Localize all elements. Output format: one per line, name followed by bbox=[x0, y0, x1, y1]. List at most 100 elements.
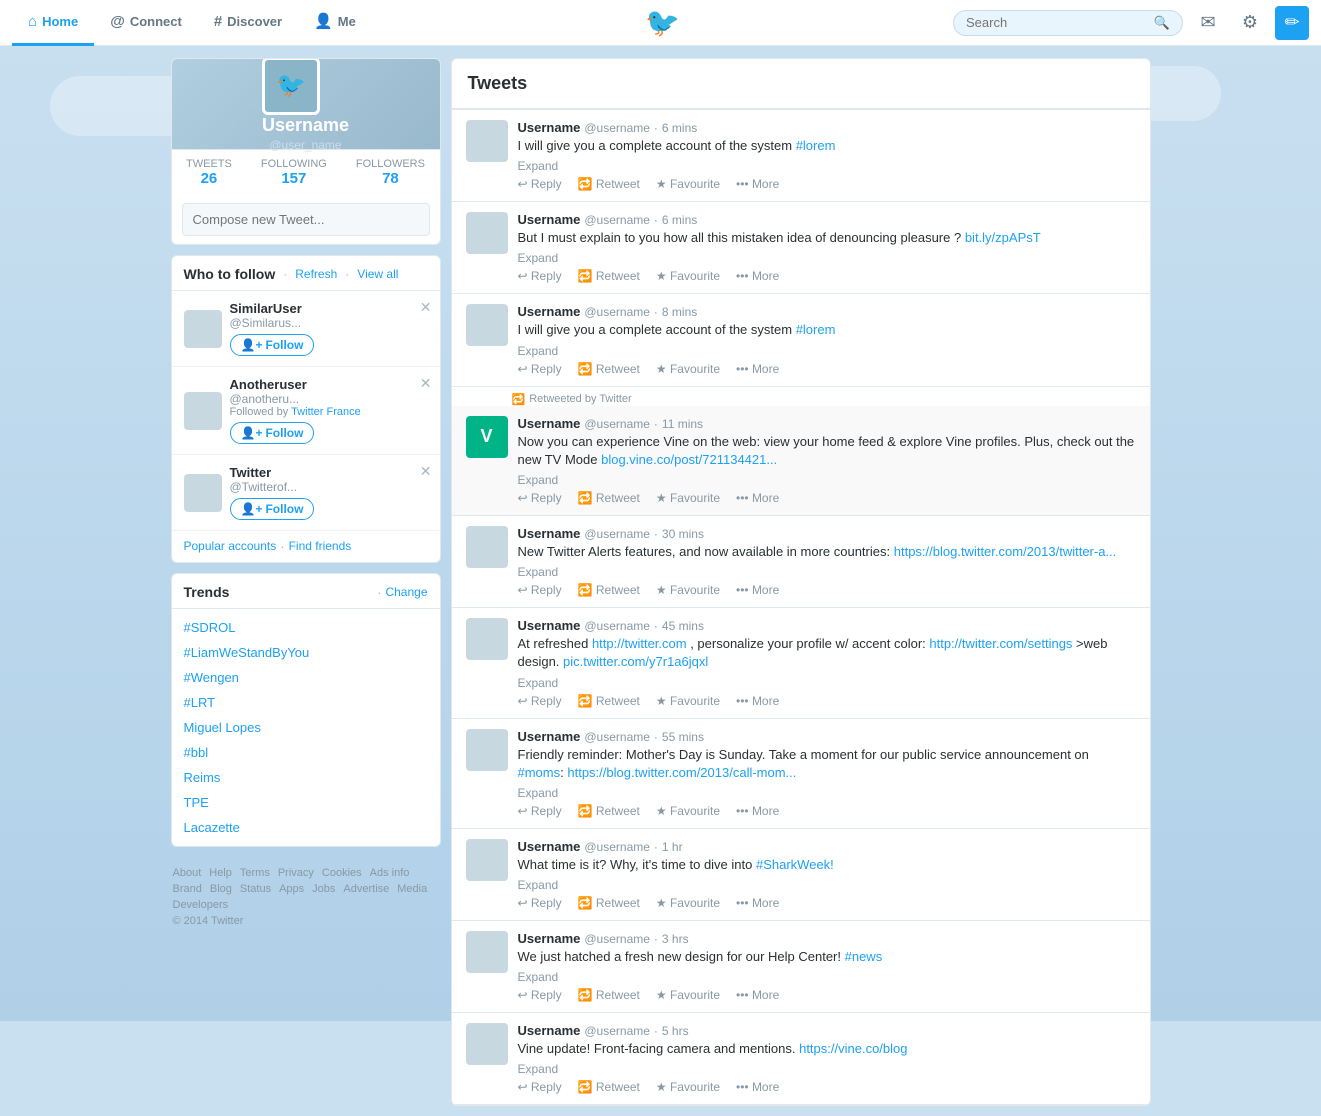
nav-connect[interactable]: @ Connect bbox=[94, 0, 198, 46]
trend-item-3[interactable]: #LRT bbox=[172, 690, 440, 715]
tweet-link-6-1[interactable]: #moms bbox=[518, 765, 561, 780]
tweet-expand-0[interactable]: Expand bbox=[518, 159, 1136, 173]
favourite-action-4[interactable]: ★ Favourite bbox=[656, 583, 720, 597]
close-follow-1[interactable]: ✕ bbox=[420, 375, 432, 392]
footer-link-3[interactable]: Privacy bbox=[278, 867, 314, 879]
more-action-8[interactable]: ••• More bbox=[736, 988, 779, 1002]
more-action-4[interactable]: ••• More bbox=[736, 583, 779, 597]
trend-item-5[interactable]: #bbl bbox=[172, 740, 440, 765]
more-action-7[interactable]: ••• More bbox=[736, 896, 779, 910]
retweet-action-5[interactable]: 🔁 Retweet bbox=[578, 694, 640, 708]
trend-item-4[interactable]: Miguel Lopes bbox=[172, 715, 440, 740]
retweet-action-3[interactable]: 🔁 Retweet bbox=[578, 491, 640, 505]
retweet-action-8[interactable]: 🔁 Retweet bbox=[578, 988, 640, 1002]
more-action-3[interactable]: ••• More bbox=[736, 491, 779, 505]
reply-action-4[interactable]: ↩ Reply bbox=[518, 583, 562, 597]
trend-item-8[interactable]: Lacazette bbox=[172, 815, 440, 840]
following-stat[interactable]: FOLLOWING 157 bbox=[261, 158, 327, 187]
tweet-link-4[interactable]: https://blog.twitter.com/2013/twitter-a.… bbox=[894, 544, 1117, 559]
view-all-link[interactable]: View all bbox=[357, 267, 398, 281]
followers-stat[interactable]: FOLLOWERS 78 bbox=[356, 158, 425, 187]
tweet-expand-8[interactable]: Expand bbox=[518, 970, 1136, 984]
footer-link-6[interactable]: Brand bbox=[173, 883, 202, 895]
favourite-action-1[interactable]: ★ Favourite bbox=[656, 269, 720, 283]
trend-item-1[interactable]: #LiamWeStandByYou bbox=[172, 640, 440, 665]
tweet-link-0[interactable]: #lorem bbox=[796, 138, 836, 153]
settings-button[interactable]: ⚙ bbox=[1233, 6, 1267, 40]
reply-action-8[interactable]: ↩ Reply bbox=[518, 988, 562, 1002]
footer-link-4[interactable]: Cookies bbox=[322, 867, 362, 879]
footer-link-9[interactable]: Apps bbox=[279, 883, 304, 895]
trend-item-6[interactable]: Reims bbox=[172, 765, 440, 790]
close-follow-0[interactable]: ✕ bbox=[420, 299, 432, 316]
reply-action-0[interactable]: ↩ Reply bbox=[518, 177, 562, 191]
reply-action-1[interactable]: ↩ Reply bbox=[518, 269, 562, 283]
trend-item-2[interactable]: #Wengen bbox=[172, 665, 440, 690]
tweet-link-8[interactable]: #news bbox=[845, 949, 883, 964]
follow-button-0[interactable]: 👤+ Follow bbox=[230, 334, 315, 356]
footer-link-0[interactable]: About bbox=[173, 867, 202, 879]
follow-by-link-1[interactable]: Twitter France bbox=[291, 406, 361, 418]
tweet-link-6-2[interactable]: https://blog.twitter.com/2013/call-mom..… bbox=[567, 765, 796, 780]
footer-link-13[interactable]: Developers bbox=[173, 899, 229, 911]
popular-accounts-link[interactable]: Popular accounts bbox=[184, 539, 277, 554]
tweet-link-3[interactable]: blog.vine.co/post/721134421... bbox=[601, 452, 777, 467]
nav-home[interactable]: ⌂ Home bbox=[12, 0, 94, 46]
favourite-action-2[interactable]: ★ Favourite bbox=[656, 362, 720, 376]
more-action-1[interactable]: ••• More bbox=[736, 269, 779, 283]
tweet-expand-4[interactable]: Expand bbox=[518, 565, 1136, 579]
more-action-5[interactable]: ••• More bbox=[736, 694, 779, 708]
tweet-link-5-2[interactable]: http://twitter.com/settings bbox=[929, 636, 1072, 651]
tweet-expand-7[interactable]: Expand bbox=[518, 878, 1136, 892]
favourite-action-0[interactable]: ★ Favourite bbox=[656, 177, 720, 191]
footer-link-5[interactable]: Ads info bbox=[370, 867, 410, 879]
tweet-expand-9[interactable]: Expand bbox=[518, 1062, 1136, 1076]
reply-action-6[interactable]: ↩ Reply bbox=[518, 804, 562, 818]
reply-action-7[interactable]: ↩ Reply bbox=[518, 896, 562, 910]
follow-button-2[interactable]: 👤+ Follow bbox=[230, 498, 315, 520]
trend-item-7[interactable]: TPE bbox=[172, 790, 440, 815]
more-action-0[interactable]: ••• More bbox=[736, 177, 779, 191]
favourite-action-5[interactable]: ★ Favourite bbox=[656, 694, 720, 708]
favourite-action-3[interactable]: ★ Favourite bbox=[656, 491, 720, 505]
nav-discover[interactable]: # Discover bbox=[198, 0, 298, 46]
search-input[interactable] bbox=[966, 15, 1154, 30]
retweet-action-7[interactable]: 🔁 Retweet bbox=[578, 896, 640, 910]
footer-link-7[interactable]: Blog bbox=[210, 883, 232, 895]
tweet-expand-6[interactable]: Expand bbox=[518, 786, 1136, 800]
compose-input[interactable] bbox=[182, 203, 430, 236]
retweet-action-0[interactable]: 🔁 Retweet bbox=[578, 177, 640, 191]
retweet-action-1[interactable]: 🔁 Retweet bbox=[578, 269, 640, 283]
search-icon[interactable]: 🔍 bbox=[1154, 15, 1170, 31]
trend-item-0[interactable]: #SDROL bbox=[172, 615, 440, 640]
follow-button-1[interactable]: 👤+ Follow bbox=[230, 422, 315, 444]
reply-action-2[interactable]: ↩ Reply bbox=[518, 362, 562, 376]
footer-link-2[interactable]: Terms bbox=[240, 867, 270, 879]
footer-link-11[interactable]: Advertise bbox=[343, 883, 389, 895]
tweet-link-5-1[interactable]: http://twitter.com bbox=[592, 636, 687, 651]
more-action-9[interactable]: ••• More bbox=[736, 1080, 779, 1094]
retweet-action-2[interactable]: 🔁 Retweet bbox=[578, 362, 640, 376]
retweet-action-6[interactable]: 🔁 Retweet bbox=[578, 804, 640, 818]
favourite-action-9[interactable]: ★ Favourite bbox=[656, 1080, 720, 1094]
favourite-action-8[interactable]: ★ Favourite bbox=[656, 988, 720, 1002]
tweet-link-7[interactable]: #SharkWeek! bbox=[756, 857, 834, 872]
reply-action-3[interactable]: ↩ Reply bbox=[518, 491, 562, 505]
find-friends-link[interactable]: Find friends bbox=[289, 539, 352, 554]
more-action-6[interactable]: ••• More bbox=[736, 804, 779, 818]
tweet-link-2[interactable]: #lorem bbox=[796, 322, 836, 337]
tweet-expand-2[interactable]: Expand bbox=[518, 344, 1136, 358]
nav-me[interactable]: 👤 Me bbox=[298, 0, 372, 46]
reply-action-5[interactable]: ↩ Reply bbox=[518, 694, 562, 708]
tweet-expand-1[interactable]: Expand bbox=[518, 251, 1136, 265]
compose-button[interactable]: ✏ bbox=[1275, 6, 1309, 40]
footer-link-10[interactable]: Jobs bbox=[312, 883, 335, 895]
retweet-action-9[interactable]: 🔁 Retweet bbox=[578, 1080, 640, 1094]
retweet-action-4[interactable]: 🔁 Retweet bbox=[578, 583, 640, 597]
tweets-stat[interactable]: TWEETS 26 bbox=[186, 158, 232, 187]
footer-link-12[interactable]: Media bbox=[397, 883, 427, 895]
messages-button[interactable]: ✉ bbox=[1191, 6, 1225, 40]
refresh-link[interactable]: Refresh bbox=[295, 267, 337, 281]
tweet-link-9[interactable]: https://vine.co/blog bbox=[799, 1041, 907, 1056]
trends-change-link[interactable]: Change bbox=[385, 585, 427, 599]
